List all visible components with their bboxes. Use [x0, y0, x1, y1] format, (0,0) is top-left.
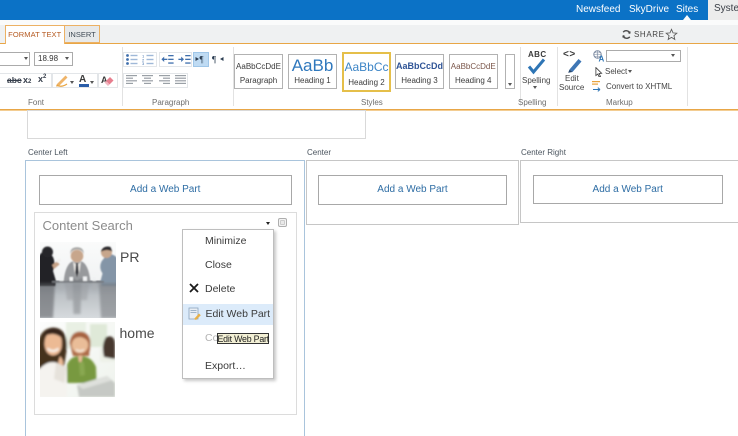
svg-text:¶: ¶	[212, 55, 216, 65]
svg-text:¶: ¶	[200, 55, 204, 65]
svg-text:3: 3	[142, 61, 145, 65]
svg-text:A: A	[599, 54, 605, 62]
